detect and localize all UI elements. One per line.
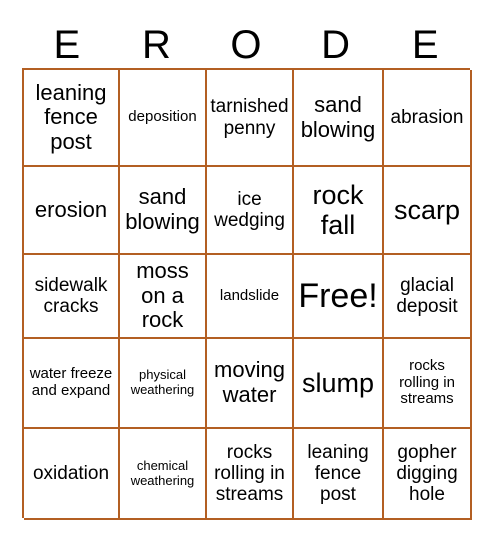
bingo-cell[interactable]: moving water [207,339,294,429]
header-letter-5: E [411,23,439,67]
bingo-cell-label: gopher digging hole [396,441,458,506]
bingo-cell-label: leaning fence post [35,79,107,154]
bingo-cell-label: abrasion [390,106,464,128]
bingo-cell-label: moss on a rock [136,258,189,333]
bingo-cell-label: rocks rolling in streams [214,441,285,506]
bingo-cell[interactable]: physical weathering [120,339,207,429]
bingo-cell[interactable]: rocks rolling in streams [384,339,472,429]
bingo-cell-label: chemical weathering [130,457,195,488]
bingo-cell[interactable]: water freeze and expand [24,339,120,429]
header-letter-1: E [53,23,81,67]
bingo-cell-label: water freeze and expand [29,365,113,399]
bingo-cell[interactable]: oxidation [24,429,120,520]
bingo-cell[interactable]: tarnished penny [207,70,294,167]
bingo-cell-label: sidewalk cracks [34,274,108,317]
bingo-cell[interactable]: deposition [120,70,207,167]
bingo-cell[interactable]: sand blowing [294,70,384,167]
bingo-cell[interactable]: landslide [207,255,294,339]
bingo-cell[interactable]: leaning fence post [24,70,120,167]
bingo-cell-label: glacial deposit [396,274,458,317]
header-letter-3: O [230,23,262,67]
header-letter-4: D [321,23,351,67]
bingo-cell[interactable]: Free! [294,255,384,339]
bingo-grid: leaning fence post deposition tarnished pe… [22,68,472,520]
bingo-cell[interactable]: scarp [384,167,472,255]
bingo-cell[interactable]: sand blowing [120,167,207,255]
bingo-cell[interactable]: rock fall [294,167,384,255]
bingo-cell-label: slump [301,367,375,398]
bingo-cell[interactable]: chemical weathering [120,429,207,520]
bingo-cell-label: Free! [298,276,378,315]
bingo-cell-label: tarnished penny [210,96,289,139]
bingo-cell-label: landslide [219,286,280,304]
bingo-cell-label: rock fall [312,179,364,240]
bingo-cell[interactable]: erosion [24,167,120,255]
bingo-cell[interactable]: sidewalk cracks [24,255,120,339]
bingo-cell[interactable]: abrasion [384,70,472,167]
bingo-cell[interactable]: moss on a rock [120,255,207,339]
bingo-cell[interactable]: rocks rolling in streams [207,429,294,520]
bingo-cell-label: scarp [393,194,461,225]
bingo-cell-label: moving water [214,357,285,407]
bingo-cell[interactable]: ice wedging [207,167,294,255]
bingo-cell[interactable]: leaning fence post [294,429,384,520]
bingo-cell-label: ice wedging [214,188,285,231]
bingo-cell[interactable]: slump [294,339,384,429]
bingo-cell[interactable]: gopher digging hole [384,429,472,520]
bingo-cell-label: sand blowing [125,184,200,234]
bingo-cell-label: deposition [128,108,197,126]
header-letter-2: R [141,23,171,67]
bingo-card: E R O D E leaning fence post deposition ta… [0,0,500,544]
bingo-cell-label: oxidation [32,462,110,484]
bingo-header-row: E R O D E [22,22,470,68]
bingo-cell-label: physical weathering [130,367,195,397]
bingo-cell-label: erosion [34,196,108,222]
bingo-cell[interactable]: glacial deposit [384,255,472,339]
bingo-cell-label: rocks rolling in streams [399,356,455,408]
bingo-cell-label: leaning fence post [307,441,369,506]
bingo-cell-label: sand blowing [300,91,376,142]
